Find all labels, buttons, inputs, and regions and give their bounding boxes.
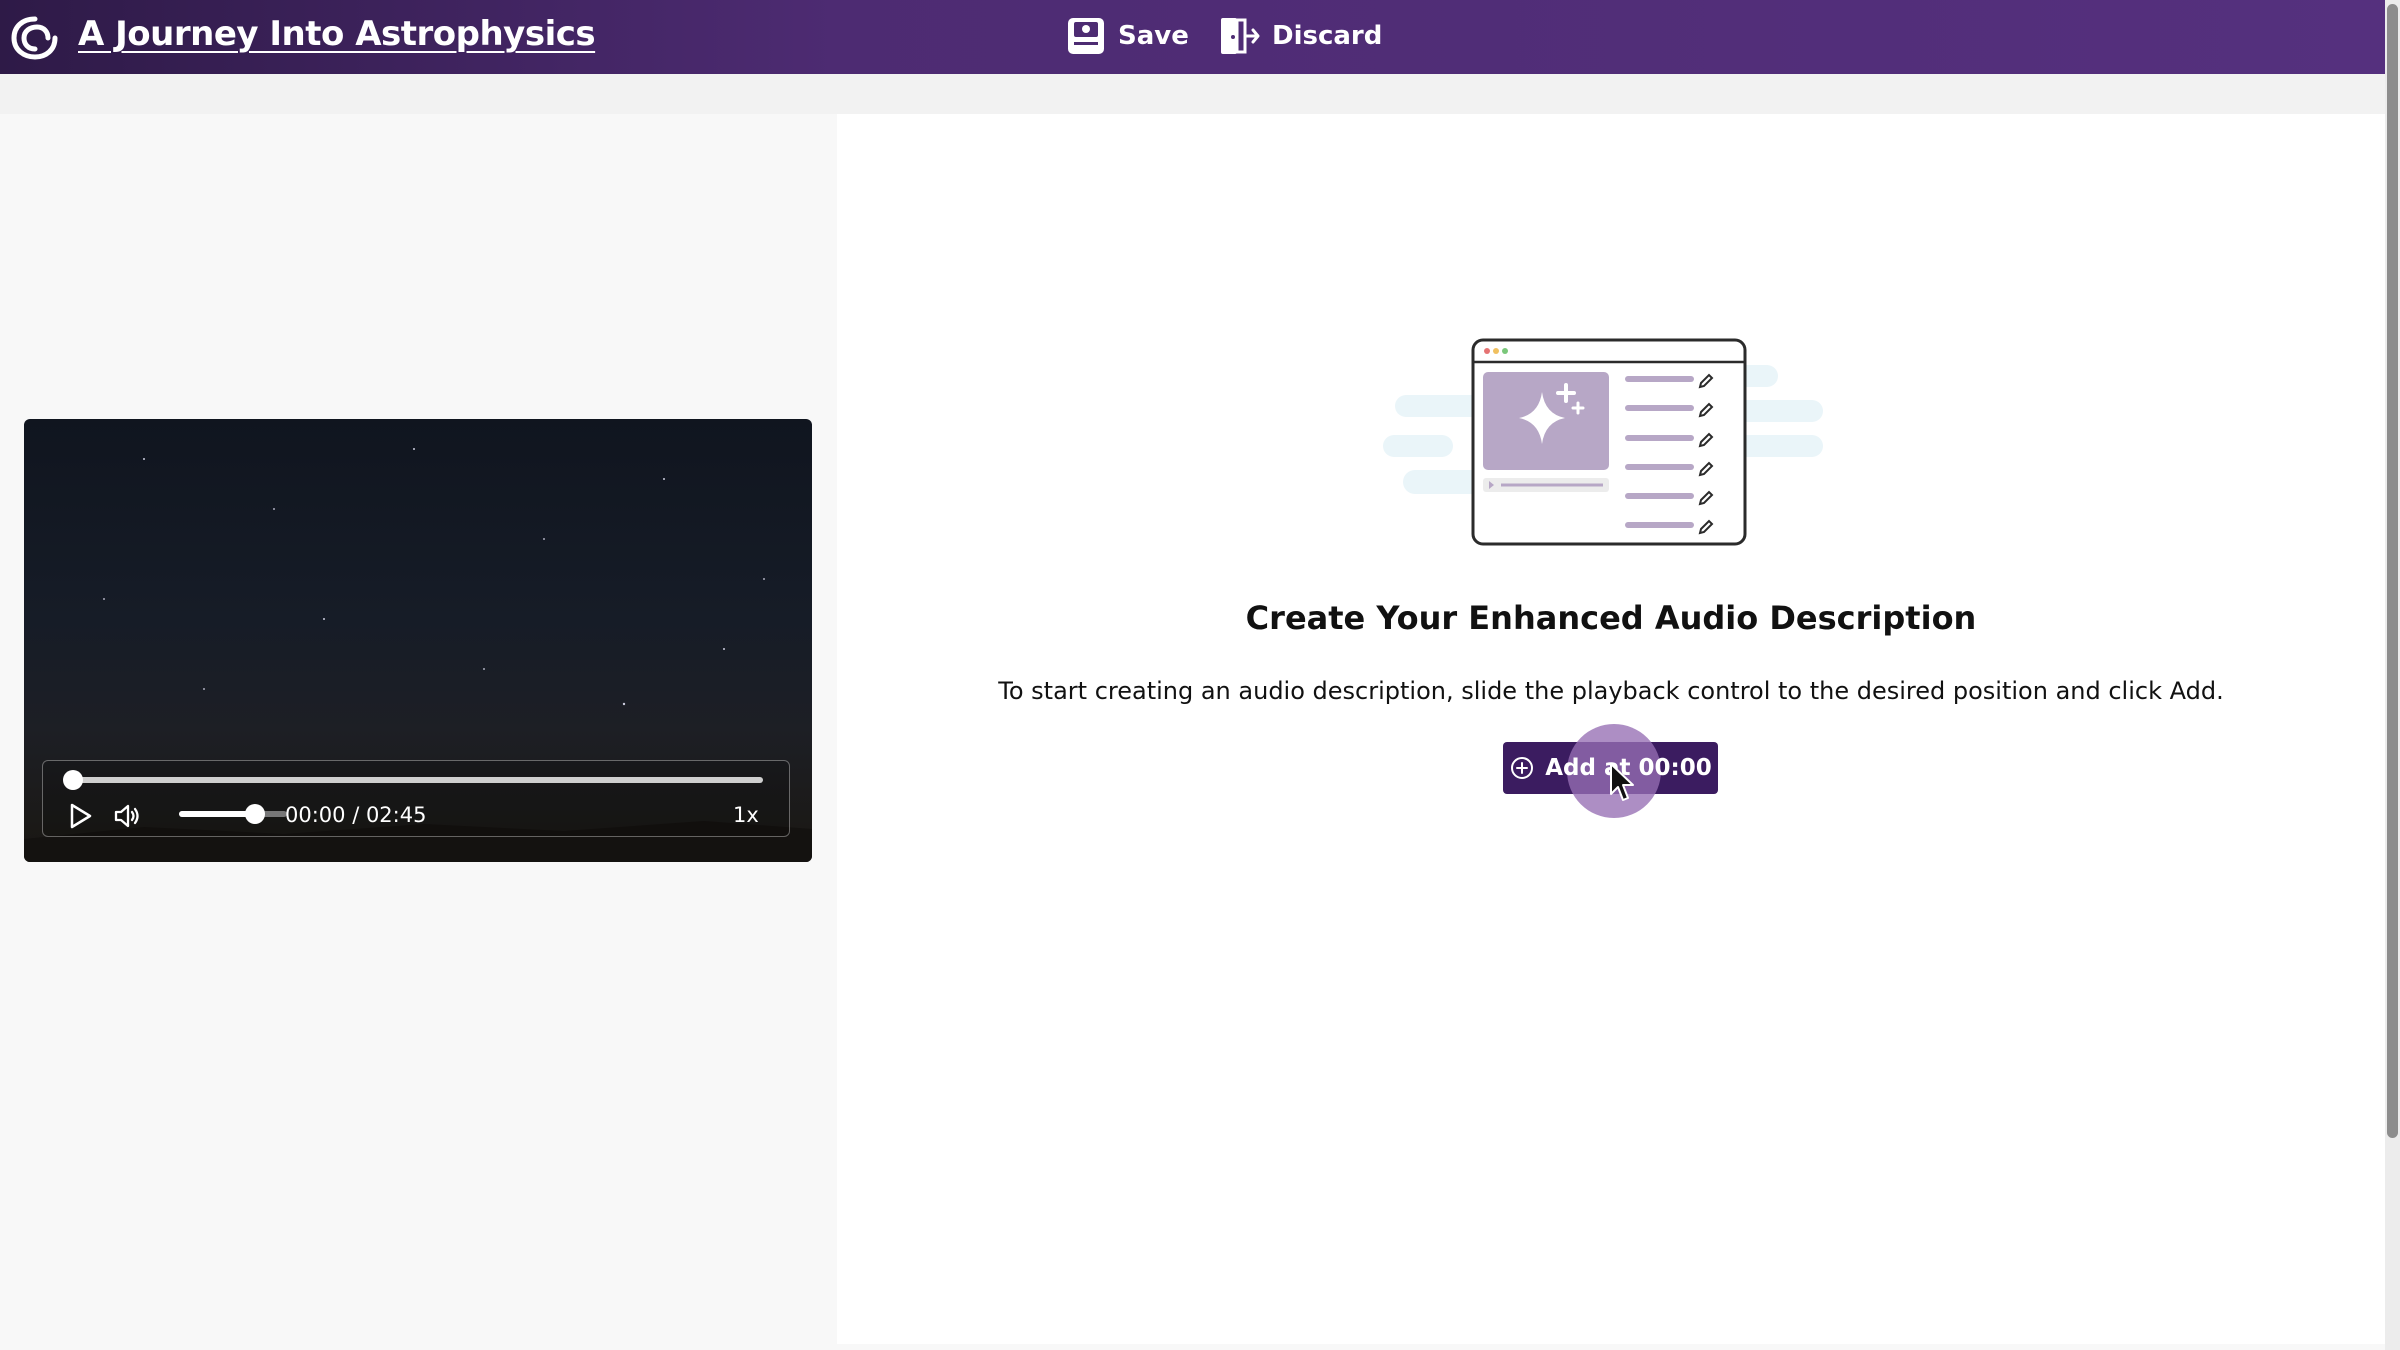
volume-fill bbox=[179, 811, 255, 817]
app-title[interactable]: A Journey Into Astrophysics bbox=[78, 14, 596, 54]
plus-circle-icon bbox=[1511, 757, 1534, 779]
playback-speed-button[interactable]: 1x bbox=[733, 803, 759, 827]
volume-icon[interactable] bbox=[111, 799, 145, 833]
save-button[interactable]: Save bbox=[1066, 14, 1189, 58]
empty-state-instruction: To start creating an audio description, … bbox=[998, 677, 2224, 705]
mouse-cursor-icon bbox=[1610, 763, 1634, 801]
top-bar: A Journey Into Astrophysics Save Discard bbox=[0, 0, 2385, 74]
discard-button-label: Discard bbox=[1272, 21, 1383, 51]
video-panel: 00:00 / 02:45 1x bbox=[0, 114, 836, 1344]
player-controls: 00:00 / 02:45 1x bbox=[42, 760, 790, 837]
progress-knob[interactable] bbox=[63, 770, 83, 790]
save-button-label: Save bbox=[1118, 21, 1189, 51]
scrollbar-thumb[interactable] bbox=[2387, 4, 2398, 1138]
volume-slider[interactable] bbox=[179, 804, 287, 824]
door-exit-icon bbox=[1221, 18, 1260, 54]
save-disk-icon bbox=[1068, 18, 1104, 54]
video-player[interactable]: 00:00 / 02:45 1x bbox=[24, 419, 812, 862]
description-panel: Create Your Enhanced Audio Description T… bbox=[837, 114, 2385, 1344]
editor-window-illustration bbox=[1383, 338, 1823, 546]
volume-knob[interactable] bbox=[244, 804, 265, 824]
discard-button[interactable]: Discard bbox=[1218, 14, 1382, 58]
progress-bar[interactable] bbox=[63, 770, 763, 790]
vertical-scrollbar[interactable] bbox=[2385, 0, 2400, 1350]
time-display: 00:00 / 02:45 bbox=[285, 803, 427, 827]
swirl-logo-icon[interactable] bbox=[8, 13, 62, 63]
empty-state-heading: Create Your Enhanced Audio Description bbox=[1245, 599, 1977, 637]
sub-bar bbox=[0, 74, 2385, 114]
play-icon[interactable] bbox=[63, 799, 97, 833]
